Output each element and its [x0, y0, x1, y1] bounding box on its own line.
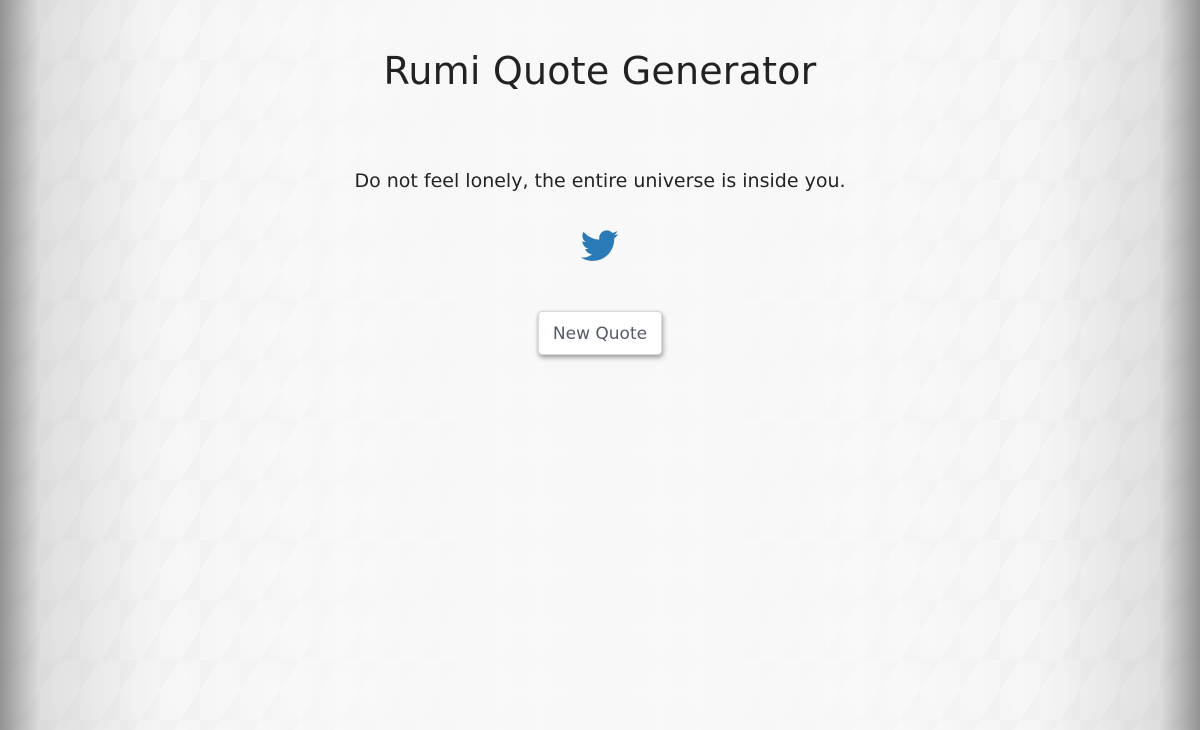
page-title: Rumi Quote Generator — [383, 49, 817, 93]
twitter-bird-icon — [581, 229, 619, 263]
quote-text: Do not feel lonely, the entire universe … — [354, 170, 846, 192]
new-quote-button[interactable]: New Quote — [538, 311, 662, 355]
main-content: Rumi Quote Generator Do not feel lonely,… — [0, 0, 1200, 355]
tweet-quote-button[interactable] — [581, 229, 619, 263]
